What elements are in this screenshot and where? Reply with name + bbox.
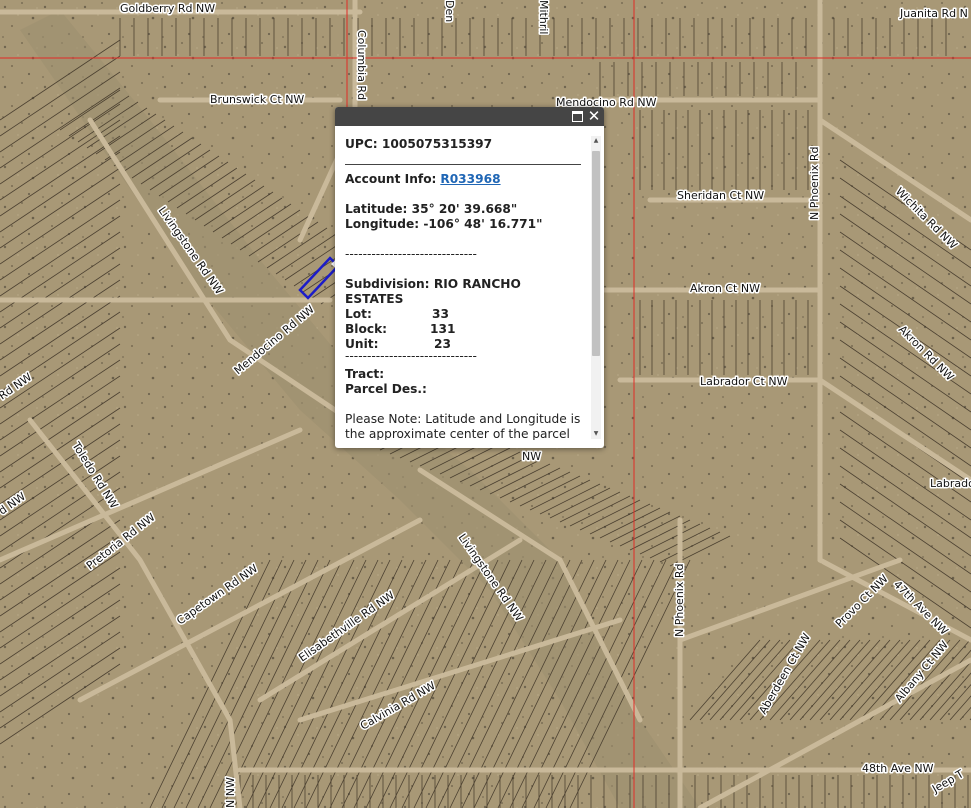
latitude-line: Latitude: 35° 20' 39.668" bbox=[345, 202, 517, 216]
block-value: 131 bbox=[430, 322, 456, 336]
popup-title-bar: ✕ bbox=[335, 107, 604, 126]
subdivision-value-2: ESTATES bbox=[345, 292, 404, 306]
road-label-sheridan: Sheridan Ct NW bbox=[677, 189, 764, 202]
block-label: Block: bbox=[345, 322, 388, 336]
lot-value: 33 bbox=[432, 307, 449, 321]
upc-line: UPC: 1005075315397 bbox=[345, 137, 492, 151]
road-label-goldberry: Goldberry Rd NW bbox=[120, 2, 215, 15]
road-label-juanita: Juanita Rd N bbox=[899, 7, 968, 20]
upc-value: 1005075315397 bbox=[381, 137, 493, 151]
road-label-n-phoenix-top: N Phoenix Rd bbox=[808, 147, 821, 221]
close-icon[interactable]: ✕ bbox=[587, 109, 601, 124]
popup-scrollbar[interactable]: ▲ ▼ bbox=[591, 136, 601, 439]
scroll-up-icon[interactable]: ▲ bbox=[591, 136, 601, 146]
subdivision-label: Subdivision: bbox=[345, 277, 430, 291]
scroll-down-icon[interactable]: ▼ bbox=[591, 429, 601, 439]
road-label-den: Den bbox=[443, 0, 456, 22]
account-link[interactable]: R033968 bbox=[440, 172, 500, 186]
longitude-label: Longitude: bbox=[345, 217, 420, 231]
subdivision-value-1: RIO RANCHO bbox=[433, 277, 521, 291]
upc-label: UPC: bbox=[345, 137, 378, 151]
road-label-nw-mid: NW bbox=[522, 450, 541, 463]
separator-2: ------------------------------ bbox=[345, 349, 477, 363]
lot-line: Lot: 33 bbox=[345, 307, 449, 321]
road-label-labrador-ct: Labrador Ct NW bbox=[700, 375, 788, 388]
separator-1: ------------------------------ bbox=[345, 247, 477, 261]
note-line-1: Please Note: Latitude and Longitude is bbox=[345, 412, 581, 426]
tract-label: Tract: bbox=[345, 367, 385, 381]
road-label-bottom-nw: N NW bbox=[224, 777, 237, 808]
maximize-icon[interactable] bbox=[570, 109, 584, 123]
parcel-label: Parcel Des.: bbox=[345, 382, 427, 396]
parcel-info-popup: ✕ UPC: 1005075315397 Account Info: R0339… bbox=[335, 107, 604, 448]
block-line: Block: 131 bbox=[345, 322, 455, 336]
subdivision-line: Subdivision: RIO RANCHO bbox=[345, 277, 521, 291]
road-label-columbia: Columbia Rd bbox=[355, 30, 368, 100]
road-label-mithril: Mithril bbox=[537, 0, 550, 34]
road-label-akron-ct: Akron Ct NW bbox=[690, 282, 760, 295]
longitude-value: -106° 48' 16.771" bbox=[423, 217, 543, 231]
latitude-value: 35° 20' 39.668" bbox=[411, 202, 518, 216]
scroll-thumb[interactable] bbox=[592, 151, 600, 356]
lot-label: Lot: bbox=[345, 307, 372, 321]
note-line-2: the approximate center of the parcel bbox=[345, 427, 570, 440]
longitude-line: Longitude: -106° 48' 16.771" bbox=[345, 217, 543, 231]
road-label-brunswick: Brunswick Ct NW bbox=[210, 93, 304, 106]
account-line: Account Info: R033968 bbox=[345, 172, 501, 186]
account-label: Account Info: bbox=[345, 172, 437, 186]
road-label-n-phoenix-mid: N Phoenix Rd bbox=[673, 564, 686, 638]
divider bbox=[345, 164, 581, 165]
popup-content[interactable]: UPC: 1005075315397 Account Info: R033968… bbox=[345, 126, 590, 440]
road-label-48th: 48th Ave NW bbox=[862, 762, 934, 775]
latitude-label: Latitude: bbox=[345, 202, 408, 216]
road-label-labrador-right: Labrado bbox=[930, 477, 971, 490]
